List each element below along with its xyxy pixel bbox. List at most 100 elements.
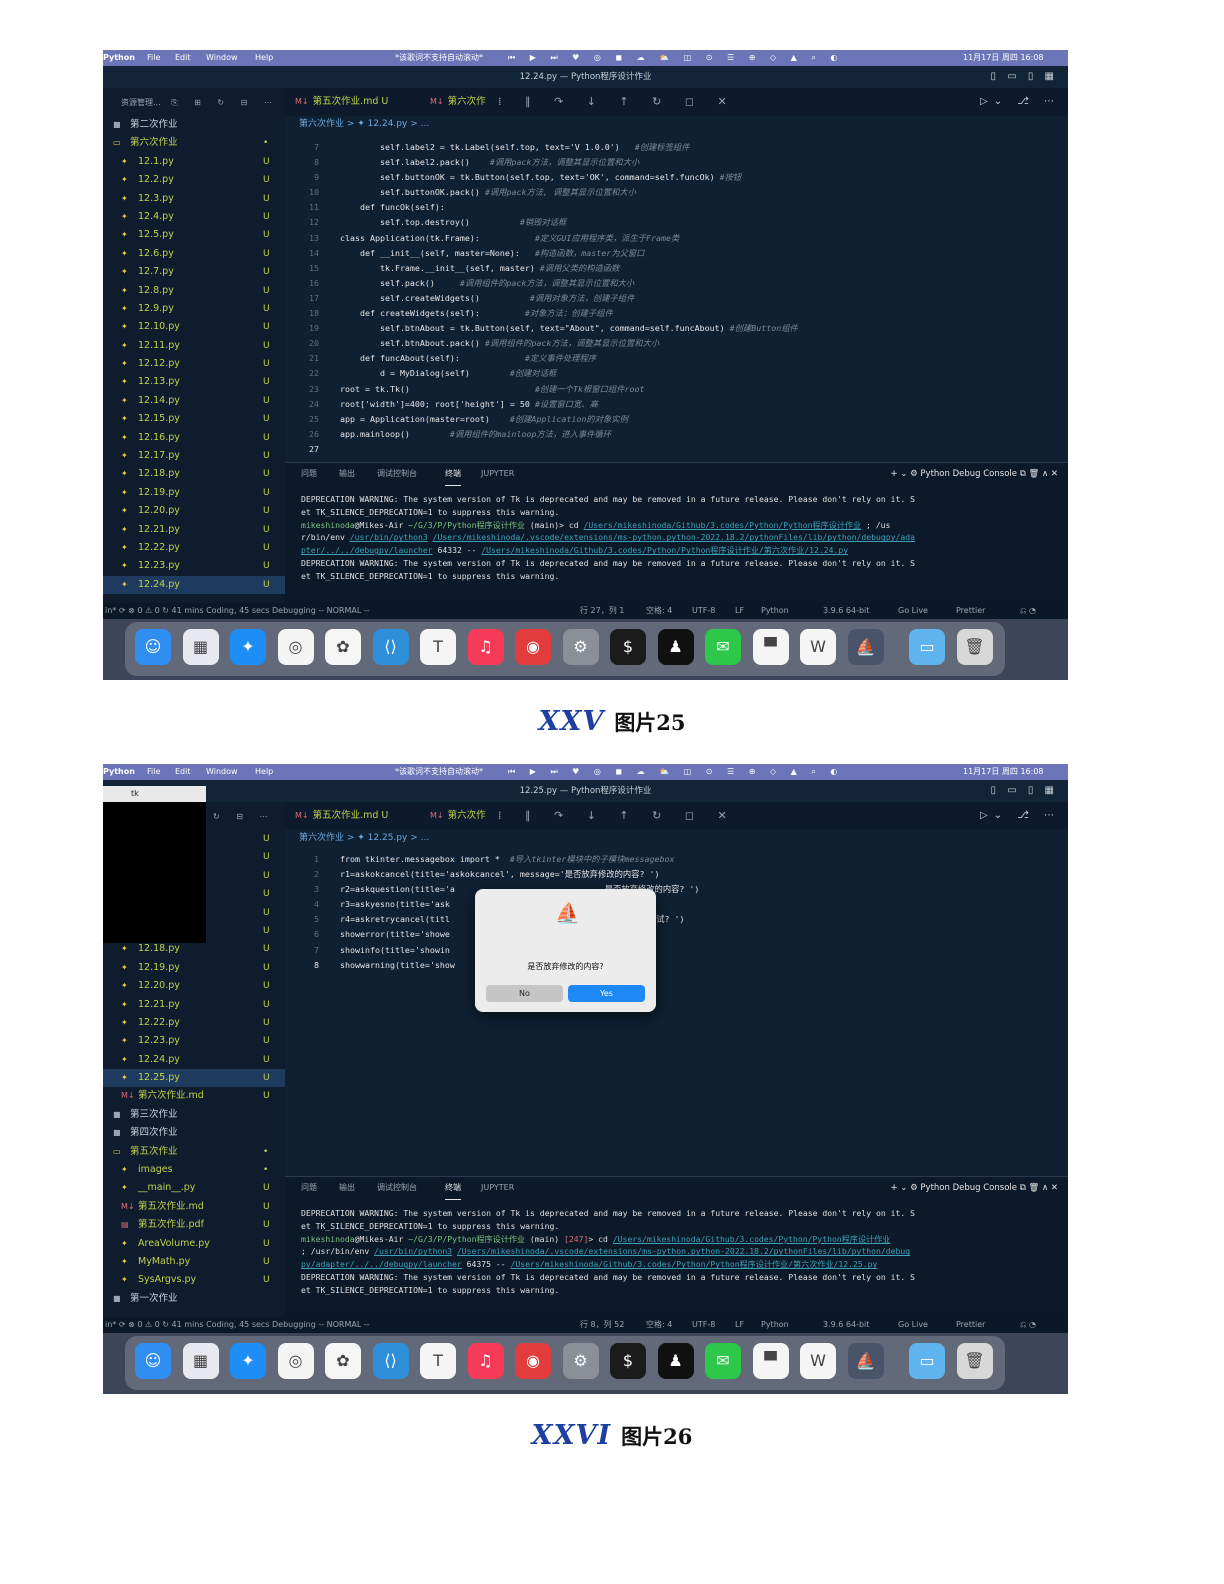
music-icon[interactable]: ♫ <box>467 1343 504 1379</box>
tree-item[interactable]: ✦ 12.25.py U <box>103 1069 285 1088</box>
panel-controls[interactable]: + ⌄ ⚙ Python Debug Console ⧉ 🗑 ∧ ✕ <box>890 1177 1058 1199</box>
status-enc[interactable]: UTF-8 <box>692 603 715 619</box>
python-launcher-icon[interactable]: ⛵ <box>847 629 884 665</box>
status-lang[interactable]: Python <box>761 603 789 619</box>
system-settings-icon[interactable]: ⚙ <box>562 1343 599 1379</box>
typora-icon[interactable]: T <box>420 629 456 665</box>
safari-icon[interactable]: ✦ <box>230 629 266 665</box>
chrome-icon[interactable]: ◎ <box>277 1343 314 1379</box>
code-line[interactable]: 1 from tkinter.messagebox import * #导入tki… <box>285 852 1068 867</box>
bell-icon[interactable]: ⎌ ◔ <box>1020 603 1036 619</box>
code-view[interactable]: 1 from tkinter.messagebox import * #导入tki… <box>285 852 1068 973</box>
menubar-clock[interactable]: 11月17日 周四 16:08 <box>963 764 1044 780</box>
tree-item[interactable]: ✦ images • <box>103 1161 285 1179</box>
code-line[interactable]: 23 root = tk.Tk() #创建一个Tk根窗口组件root <box>285 382 1068 397</box>
panel-controls[interactable]: + ⌄ ⚙ Python Debug Console ⧉ 🗑 ∧ ✕ <box>890 463 1058 485</box>
launchpad-icon[interactable]: ▦ <box>182 1343 219 1379</box>
code-line[interactable]: 9 self.buttonOK = tk.Button(self.top, te… <box>285 170 1068 185</box>
status-ver[interactable]: 3.9.6 64-bit <box>823 603 869 619</box>
tree-item[interactable]: ✦ 12.1.py U <box>103 153 285 171</box>
photos-icon[interactable]: ✿ <box>325 629 361 665</box>
panel-tab[interactable]: JUPYTER <box>481 463 514 485</box>
tk-window[interactable]: tk <box>103 786 206 943</box>
tree-item[interactable]: ■ 第三次作业 <box>103 1106 285 1124</box>
tree-item[interactable]: ✦ __main__.py U <box>103 1179 285 1197</box>
tree-item[interactable]: ✦ 12.6.py U <box>103 245 285 263</box>
code-line[interactable]: 20 self.btnAbout.pack() #调用组件的pack方法，调整其… <box>285 336 1068 351</box>
trash-icon[interactable]: 🗑 <box>956 629 993 665</box>
breadcrumb[interactable]: 第六次作业 > ✦ 12.25.py > ... <box>299 830 429 846</box>
panel-tab[interactable]: 输出 <box>339 1177 355 1199</box>
code-line[interactable]: 6 showerror(title='showe <box>285 927 1068 942</box>
menu-help[interactable]: Help <box>255 50 273 66</box>
tree-item[interactable]: ■ 第四次作业 <box>103 1124 285 1142</box>
tab-py[interactable]: M↓ 第六次作 <box>430 802 486 830</box>
menubar-app-name[interactable]: Python <box>103 764 135 780</box>
code-line[interactable]: 2 r1=askokcancel(title='askokcancel', mes… <box>285 867 1068 882</box>
code-line[interactable]: 7 showinfo(title='showin <box>285 943 1068 958</box>
tree-item[interactable]: ✦ 12.5.py U <box>103 226 285 244</box>
tree-item[interactable]: ✦ 12.13.py U <box>103 373 285 391</box>
status-eol[interactable]: LF <box>735 1317 744 1333</box>
folder-icon[interactable]: ▭ <box>909 629 945 665</box>
code-line[interactable]: 14 def __init__(self, master=None): #构造函… <box>285 246 1068 261</box>
tree-item[interactable]: ✦ 12.23.py U <box>103 1032 285 1050</box>
code-line[interactable]: 10 self.buttonOK.pack() #调用pack方法, 调整其显示… <box>285 185 1068 200</box>
vscode-icon[interactable]: ⟨⟩ <box>372 1343 409 1379</box>
wechat-icon[interactable]: ✉ <box>705 1343 741 1379</box>
code-line[interactable]: 15 tk.Frame.__init__(self, master) #调用父类… <box>285 261 1068 276</box>
tree-item[interactable]: ✦ 12.8.py U <box>103 282 285 300</box>
status-ver[interactable]: 3.9.6 64-bit <box>823 1317 869 1333</box>
status-pos[interactable]: 行 8，列 52 <box>580 1317 624 1333</box>
status-left[interactable]: in* ⟳ ⊗ 0 ⚠ 0 ↻ 41 mins Coding, 45 secs … <box>105 1317 370 1333</box>
code-line[interactable]: 8showwarning(title='show ') <box>285 958 1068 973</box>
status-pos[interactable]: 行 27，列 1 <box>580 603 624 619</box>
typora-icon[interactable]: T <box>420 1343 456 1379</box>
tab-py[interactable]: M↓ 第六次作 <box>430 88 486 116</box>
yes-button[interactable]: Yes <box>568 985 645 1002</box>
status-spaces[interactable]: 空格: 4 <box>646 603 672 619</box>
editor-actions[interactable]: ▷⌄ ⎇ ⋯ <box>980 802 1060 830</box>
tree-item[interactable]: ✦ 12.2.py U <box>103 171 285 189</box>
tree-item[interactable]: ✦ 12.24.py U <box>103 1051 285 1069</box>
menu-window[interactable]: Window <box>206 50 238 66</box>
netease-music-icon[interactable]: ◉ <box>515 1343 551 1379</box>
system-settings-icon[interactable]: ⚙ <box>562 629 599 665</box>
tab-md[interactable]: M↓ 第五次作业.md U <box>295 88 388 116</box>
tree-item[interactable]: ✦ 12.12.py U <box>103 355 285 373</box>
menu-edit[interactable]: Edit <box>175 50 191 66</box>
tree-item[interactable]: ✦ 12.10.py U <box>103 318 285 336</box>
tree-item[interactable]: ■ 第一次作业 <box>103 1290 285 1308</box>
tree-item[interactable]: ✦ 12.19.py U <box>103 959 285 977</box>
layout-icons[interactable]: ▯ ▭ ▯ ▦ <box>991 780 1058 802</box>
trash-icon[interactable]: 🗑 <box>956 1343 993 1379</box>
tree-item[interactable]: M↓ 第五次作业.md U <box>103 1198 285 1216</box>
netease-music-icon[interactable]: ◉ <box>515 629 551 665</box>
menubar-tray-icons[interactable]: ⏮ ▶ ⏭ ♥ ◎ ◼ ☁ ⛅ ◫ ⊙ ☰ ⊕ ◇ ▲ ⌕ ◐ <box>508 764 843 780</box>
layout-icons[interactable]: ▯ ▭ ▯ ▦ <box>991 66 1058 88</box>
music-icon[interactable]: ♫ <box>467 629 504 665</box>
menu-file[interactable]: File <box>147 50 160 66</box>
panel-tab[interactable]: 终端 <box>445 463 461 486</box>
tree-item[interactable]: ✦ 12.23.py U <box>103 557 285 575</box>
tree-item[interactable]: ✦ 12.14.py U <box>103 392 285 410</box>
code-line[interactable]: 24 root['width']=400; root['height'] = 50… <box>285 397 1068 412</box>
menubar-tray-icons[interactable]: ⏮ ▶ ⏭ ♥ ◎ ◼ ☁ ⛅ ◫ ⊙ ☰ ⊕ ◇ ▲ ⌕ ◐ <box>508 50 843 66</box>
code-view[interactable]: 7 self.label2 = tk.Label(self.top, text=… <box>285 140 1068 457</box>
panel-tab[interactable]: 调试控制台 <box>377 1177 417 1199</box>
terminal-output[interactable]: DEPRECATION WARNING: The system version … <box>301 493 1053 583</box>
panel-tab[interactable]: 问题 <box>301 1177 317 1199</box>
tree-item[interactable]: ▤ 第五次作业.pdf U <box>103 1216 285 1234</box>
code-line[interactable]: 7 self.label2 = tk.Label(self.top, text=… <box>285 140 1068 155</box>
tree-item[interactable]: ✦ MyMath.py U <box>103 1253 285 1271</box>
tree-item[interactable]: ✦ 12.19.py U <box>103 484 285 502</box>
tree-item[interactable]: ✦ 12.17.py U <box>103 447 285 465</box>
terminal-icon[interactable]: $ <box>610 1343 646 1379</box>
finder-icon[interactable]: ☺ <box>135 629 171 665</box>
panel-tab[interactable]: 问题 <box>301 463 317 485</box>
chrome-icon[interactable]: ◎ <box>277 629 314 665</box>
status-golive[interactable]: Go Live <box>898 603 928 619</box>
code-line[interactable]: 8 self.label2.pack() #调用pack方法，调整其显示位置和大… <box>285 155 1068 170</box>
status-eol[interactable]: LF <box>735 603 744 619</box>
debug-toolbar[interactable]: ⁞ ∥ ↷ ↓ ↑ ↻ ◻ ✕ <box>498 802 737 830</box>
